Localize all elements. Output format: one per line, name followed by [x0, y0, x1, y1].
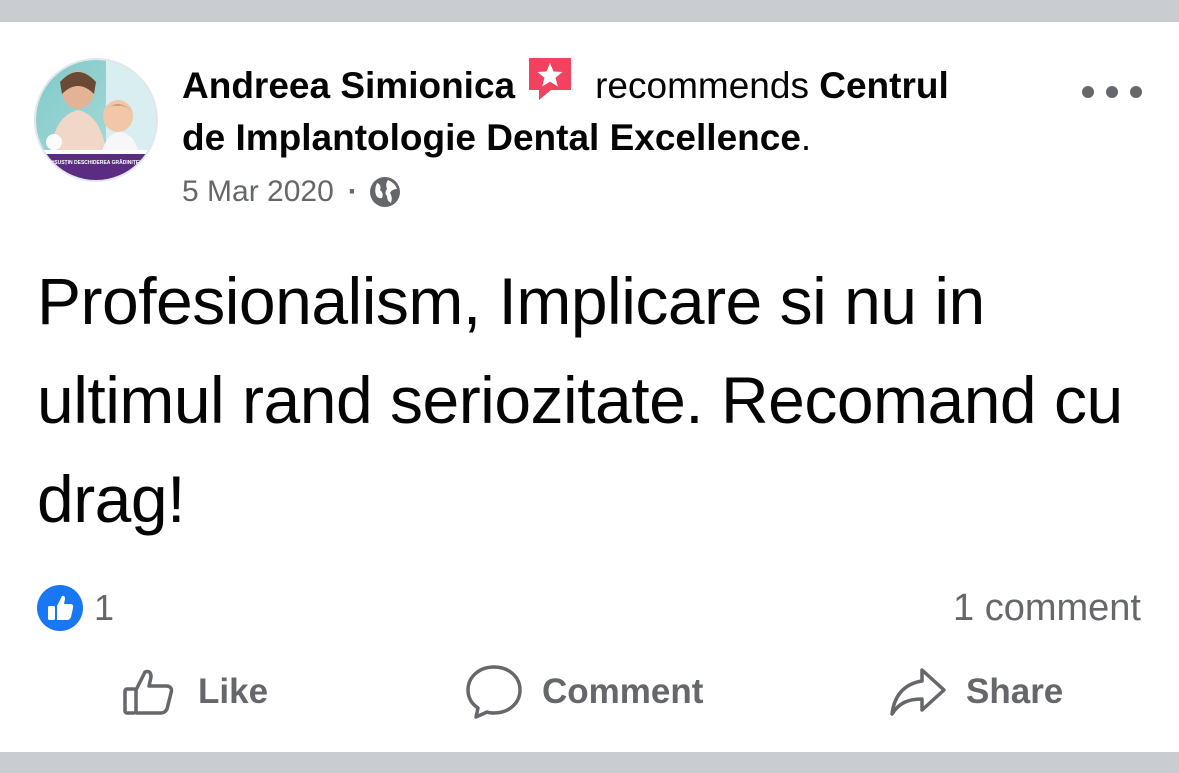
- share-button[interactable]: Share: [888, 662, 1063, 722]
- comment-count[interactable]: 1 comment: [953, 584, 1141, 632]
- comment-label: Comment: [542, 672, 704, 711]
- thumbs-up-icon: [123, 669, 174, 715]
- page-name-part1[interactable]: Centrul: [819, 65, 949, 106]
- post-body: Profesionalism, Implicare si nu in ultim…: [37, 264, 1123, 536]
- more-options-button[interactable]: [1082, 74, 1142, 110]
- comment-bubble-icon: [466, 665, 522, 719]
- post-header-line2: de Implantologie Dental Excellence.: [182, 110, 1062, 166]
- avatar[interactable]: #SUSȚIN DESCHIDEREA GRĂDINIȚEI: [36, 60, 156, 180]
- share-arrow-icon: [890, 668, 946, 716]
- top-separator: [0, 0, 1179, 22]
- more-dot-icon: [1130, 86, 1142, 98]
- page-name-part2[interactable]: de Implantologie Dental Excellence: [182, 117, 801, 158]
- like-reaction-icon[interactable]: [36, 584, 84, 632]
- post-header: Andreea Simionica recommends Centrul: [182, 54, 1062, 114]
- meta-separator: ·: [347, 175, 358, 208]
- avatar-banner-text: #SUSȚIN DESCHIDEREA GRĂDINIȚEI: [52, 159, 142, 166]
- globe-icon[interactable]: [368, 175, 402, 209]
- post-meta: 5 Mar 2020 ·: [182, 172, 402, 212]
- like-label: Like: [198, 672, 269, 711]
- recommends-verb: recommends: [595, 65, 809, 106]
- post-card: #SUSȚIN DESCHIDEREA GRĂDINIȚEI Andreea S…: [0, 22, 1179, 752]
- reaction-count[interactable]: 1: [94, 584, 114, 632]
- comment-button[interactable]: Comment: [464, 662, 703, 722]
- avatar-photo: #SUSȚIN DESCHIDEREA GRĂDINIȚEI: [36, 60, 156, 180]
- share-label: Share: [966, 672, 1064, 711]
- more-dot-icon: [1082, 86, 1094, 98]
- recommendation-star-icon: [525, 54, 575, 104]
- bottom-separator: [0, 752, 1179, 773]
- more-dot-icon: [1106, 86, 1118, 98]
- post-date[interactable]: 5 Mar 2020: [182, 172, 334, 212]
- author-name[interactable]: Andreea Simionica: [182, 65, 515, 106]
- header-period: .: [800, 117, 812, 158]
- like-button[interactable]: Like: [120, 662, 268, 722]
